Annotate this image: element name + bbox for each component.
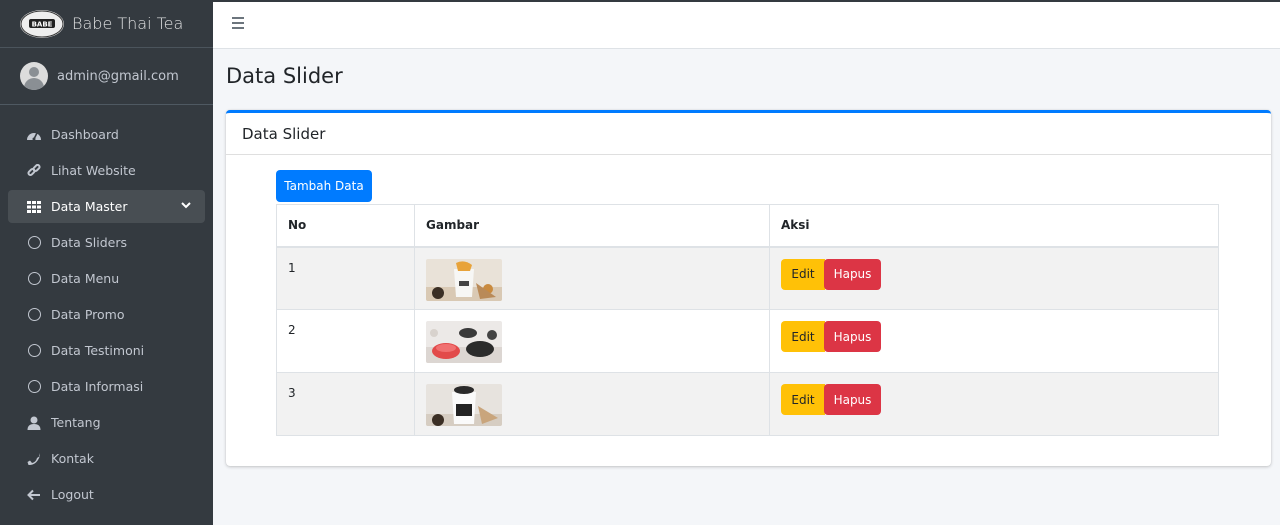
sidebar-item-label: Data Testimoni [51,343,145,358]
data-slider-card: Data Slider Tambah Data No Gambar Aksi 1 [226,110,1271,466]
sidebar-item-data-sliders[interactable]: Data Sliders [8,226,205,259]
sidebar-item-lihat-website[interactable]: Lihat Website [8,154,205,187]
user-icon [25,415,43,431]
arrow-left-icon [25,487,43,503]
page-title: Data Slider [226,64,343,88]
add-data-button[interactable]: Tambah Data [276,170,372,202]
column-header-no: No [276,204,415,248]
sidebar-nav: Dashboard Lihat Website Data Master Data… [0,105,213,511]
delete-button[interactable]: Hapus [824,384,881,415]
slider-thumbnail[interactable] [426,258,502,301]
sidebar-item-logout[interactable]: Logout [8,478,205,511]
sidebar-item-label: Data Master [51,199,128,214]
grid-icon [25,199,43,215]
brand-name: Babe Thai Tea [72,14,184,33]
table-row: 1 Edit Hapus [276,246,1219,310]
image-cell [414,309,770,373]
circle-icon [25,379,43,395]
edit-button[interactable]: Edit [781,321,825,352]
slider-thumbnail[interactable] [426,384,502,426]
sidebar-item-label: Data Promo [51,307,125,322]
actions-cell: Edit Hapus [769,372,1219,436]
sidebar-item-data-informasi[interactable]: Data Informasi [8,370,205,403]
slider-table: No Gambar Aksi 1 Edit Hapus 2 Edit Hapus… [276,204,1219,436]
sidebar-item-dashboard[interactable]: Dashboard [8,118,205,151]
user-panel[interactable]: admin@gmail.com [0,48,213,105]
sidebar-item-label: Dashboard [51,127,119,142]
sidebar-item-data-master[interactable]: Data Master [8,190,205,223]
phone-icon [25,451,43,467]
top-navbar [213,0,1280,49]
sidebar-item-tentang[interactable]: Tentang [8,406,205,439]
sidebar-item-label: Data Sliders [51,235,127,250]
sidebar-item-label: Kontak [51,451,94,466]
actions-cell: Edit Hapus [769,309,1219,373]
scrollbar[interactable] [1271,49,1280,525]
row-number: 2 [276,309,415,373]
card-title: Data Slider [226,113,1271,155]
edit-button[interactable]: Edit [781,384,825,415]
delete-button[interactable]: Hapus [824,258,881,290]
brand-logo: BABE [20,9,64,38]
sidebar: BABE Babe Thai Tea admin@gmail.com Dashb… [0,0,213,525]
delete-button[interactable]: Hapus [824,321,881,352]
table-header-row: No Gambar Aksi [276,204,1219,248]
sidebar-item-label: Tentang [51,415,101,430]
slider-thumbnail[interactable] [426,321,502,363]
chevron-down-icon [181,199,191,212]
sidebar-item-label: Data Informasi [51,379,144,394]
avatar [20,62,48,90]
sidebar-item-data-testimoni[interactable]: Data Testimoni [8,334,205,367]
column-header-aksi: Aksi [769,204,1219,248]
svg-text:BABE: BABE [32,20,53,28]
circle-icon [25,271,43,287]
sidebar-item-label: Logout [51,487,94,502]
table-row: 2 Edit Hapus [276,309,1219,373]
link-icon [25,163,43,179]
sidebar-item-data-promo[interactable]: Data Promo [8,298,205,331]
brand-link[interactable]: BABE Babe Thai Tea [0,0,213,48]
column-header-gambar: Gambar [414,204,770,248]
sidebar-item-kontak[interactable]: Kontak [8,442,205,475]
circle-icon [25,235,43,251]
circle-icon [25,343,43,359]
sidebar-item-label: Data Menu [51,271,120,286]
row-number: 1 [276,246,415,310]
menu-toggle-icon[interactable] [232,17,244,29]
actions-cell: Edit Hapus [769,246,1219,310]
sidebar-item-data-menu[interactable]: Data Menu [8,262,205,295]
sidebar-item-label: Lihat Website [51,163,136,178]
row-number: 3 [276,372,415,436]
circle-icon [25,307,43,323]
image-cell [414,246,770,310]
edit-button[interactable]: Edit [781,258,825,290]
table-row: 3 Edit Hapus [276,372,1219,436]
user-email: admin@gmail.com [57,68,179,84]
image-cell [414,372,770,436]
tachometer-icon [25,127,43,143]
